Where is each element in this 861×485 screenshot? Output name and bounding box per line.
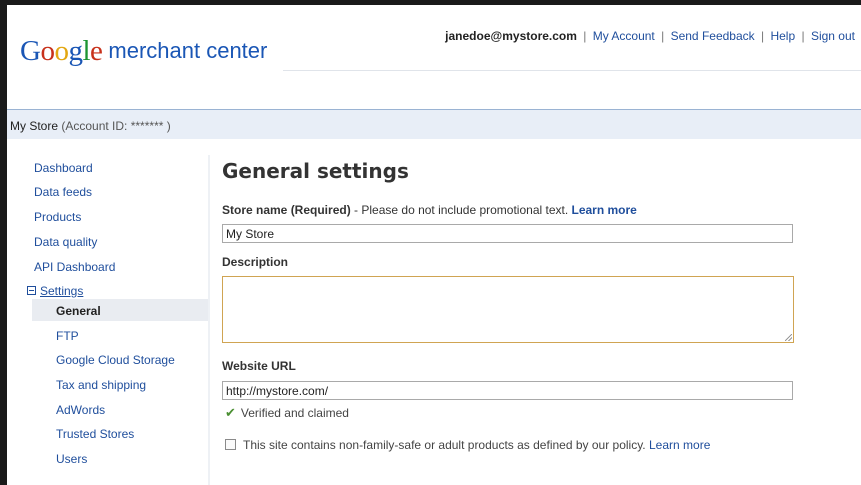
sidebar-subitem-adwords[interactable]: AdWords	[56, 403, 105, 417]
top-links: janedoe@mystore.com | My Account | Send …	[445, 29, 855, 43]
collapse-minus-icon[interactable]	[27, 286, 36, 295]
account-id: (Account ID: ******* )	[61, 119, 171, 133]
store-name-label: Store name (Required) - Please do not in…	[222, 203, 637, 217]
help-link[interactable]: Help	[770, 29, 795, 43]
logo-letter: l	[82, 35, 91, 67]
logo-letter: g	[68, 35, 83, 67]
header-divider	[283, 70, 861, 71]
account-info: My Store (Account ID: ******* )	[10, 119, 171, 133]
sidebar-item-settings[interactable]: Settings	[27, 284, 83, 298]
website-url-input[interactable]	[222, 381, 793, 400]
logo-letter: G	[20, 35, 41, 67]
adult-content-checkbox[interactable]	[225, 439, 236, 450]
window-frame-left	[0, 0, 7, 485]
link-separator: |	[583, 29, 587, 43]
my-account-link[interactable]: My Account	[593, 29, 655, 43]
store-name-label-text: Store name (Required)	[222, 203, 351, 217]
logo-letter: o	[40, 35, 55, 67]
policy-learn-more-link[interactable]: Learn more	[649, 438, 710, 452]
website-url-label: Website URL	[222, 359, 296, 373]
sidebar-item-dashboard[interactable]: Dashboard	[34, 161, 93, 175]
sign-out-link[interactable]: Sign out	[811, 29, 855, 43]
sidebar-subitem-general[interactable]: General	[56, 304, 101, 318]
description-label: Description	[222, 255, 289, 269]
link-separator: |	[661, 29, 665, 43]
window-frame-top	[0, 0, 861, 5]
page-title: General settings	[222, 159, 409, 183]
adult-content-label: This site contains non-family-safe or ad…	[243, 438, 646, 452]
logo-letter: o	[54, 35, 69, 67]
sidebar-subitem-ftp[interactable]: FTP	[56, 329, 79, 343]
sidebar-subitem-tax-and-shipping[interactable]: Tax and shipping	[56, 378, 146, 392]
store-name-learn-more-link[interactable]: Learn more	[572, 203, 637, 217]
description-textarea[interactable]	[222, 276, 794, 343]
resize-grip-icon[interactable]	[785, 334, 792, 341]
store-name: My Store	[10, 119, 59, 133]
sidebar-item-data-feeds[interactable]: Data feeds	[34, 185, 92, 199]
sidebar-subitem-google-cloud-storage[interactable]: Google Cloud Storage	[56, 353, 175, 367]
logo-letter: e	[90, 35, 103, 67]
product-name: merchant center	[108, 38, 268, 63]
sidebar-item-products[interactable]: Products	[34, 210, 81, 224]
google-merchant-center-logo[interactable]: Google merchant center	[20, 35, 267, 75]
sidebar-item-api-dashboard[interactable]: API Dashboard	[34, 260, 115, 274]
user-email: janedoe@mystore.com	[445, 29, 577, 43]
sidebar-subitem-trusted-stores[interactable]: Trusted Stores	[56, 427, 134, 441]
link-separator: |	[801, 29, 805, 43]
verified-status: ✔ Verified and claimed	[225, 405, 349, 421]
link-separator: |	[760, 29, 765, 43]
account-bar: My Store (Account ID: ******* )	[7, 109, 861, 139]
store-name-input[interactable]	[222, 224, 793, 243]
store-name-hint: - Please do not include promotional text…	[350, 203, 572, 217]
send-feedback-link[interactable]: Send Feedback	[671, 29, 755, 43]
sidebar-divider	[208, 155, 210, 485]
google-wordmark: Google	[20, 35, 103, 67]
sidebar-item-data-quality[interactable]: Data quality	[34, 235, 97, 249]
verified-text: Verified and claimed	[240, 406, 349, 420]
sidebar-subitem-users[interactable]: Users	[56, 452, 87, 466]
adult-content-row: This site contains non-family-safe or ad…	[225, 438, 710, 452]
check-mark-icon: ✔	[225, 405, 236, 420]
settings-link[interactable]: Settings	[40, 284, 83, 298]
